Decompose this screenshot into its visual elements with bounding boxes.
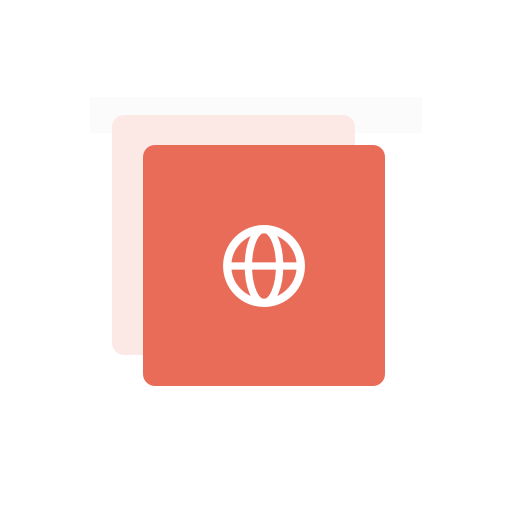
app-icon-stage xyxy=(0,0,512,512)
globe-icon xyxy=(223,224,305,307)
front-card[interactable] xyxy=(143,145,385,386)
